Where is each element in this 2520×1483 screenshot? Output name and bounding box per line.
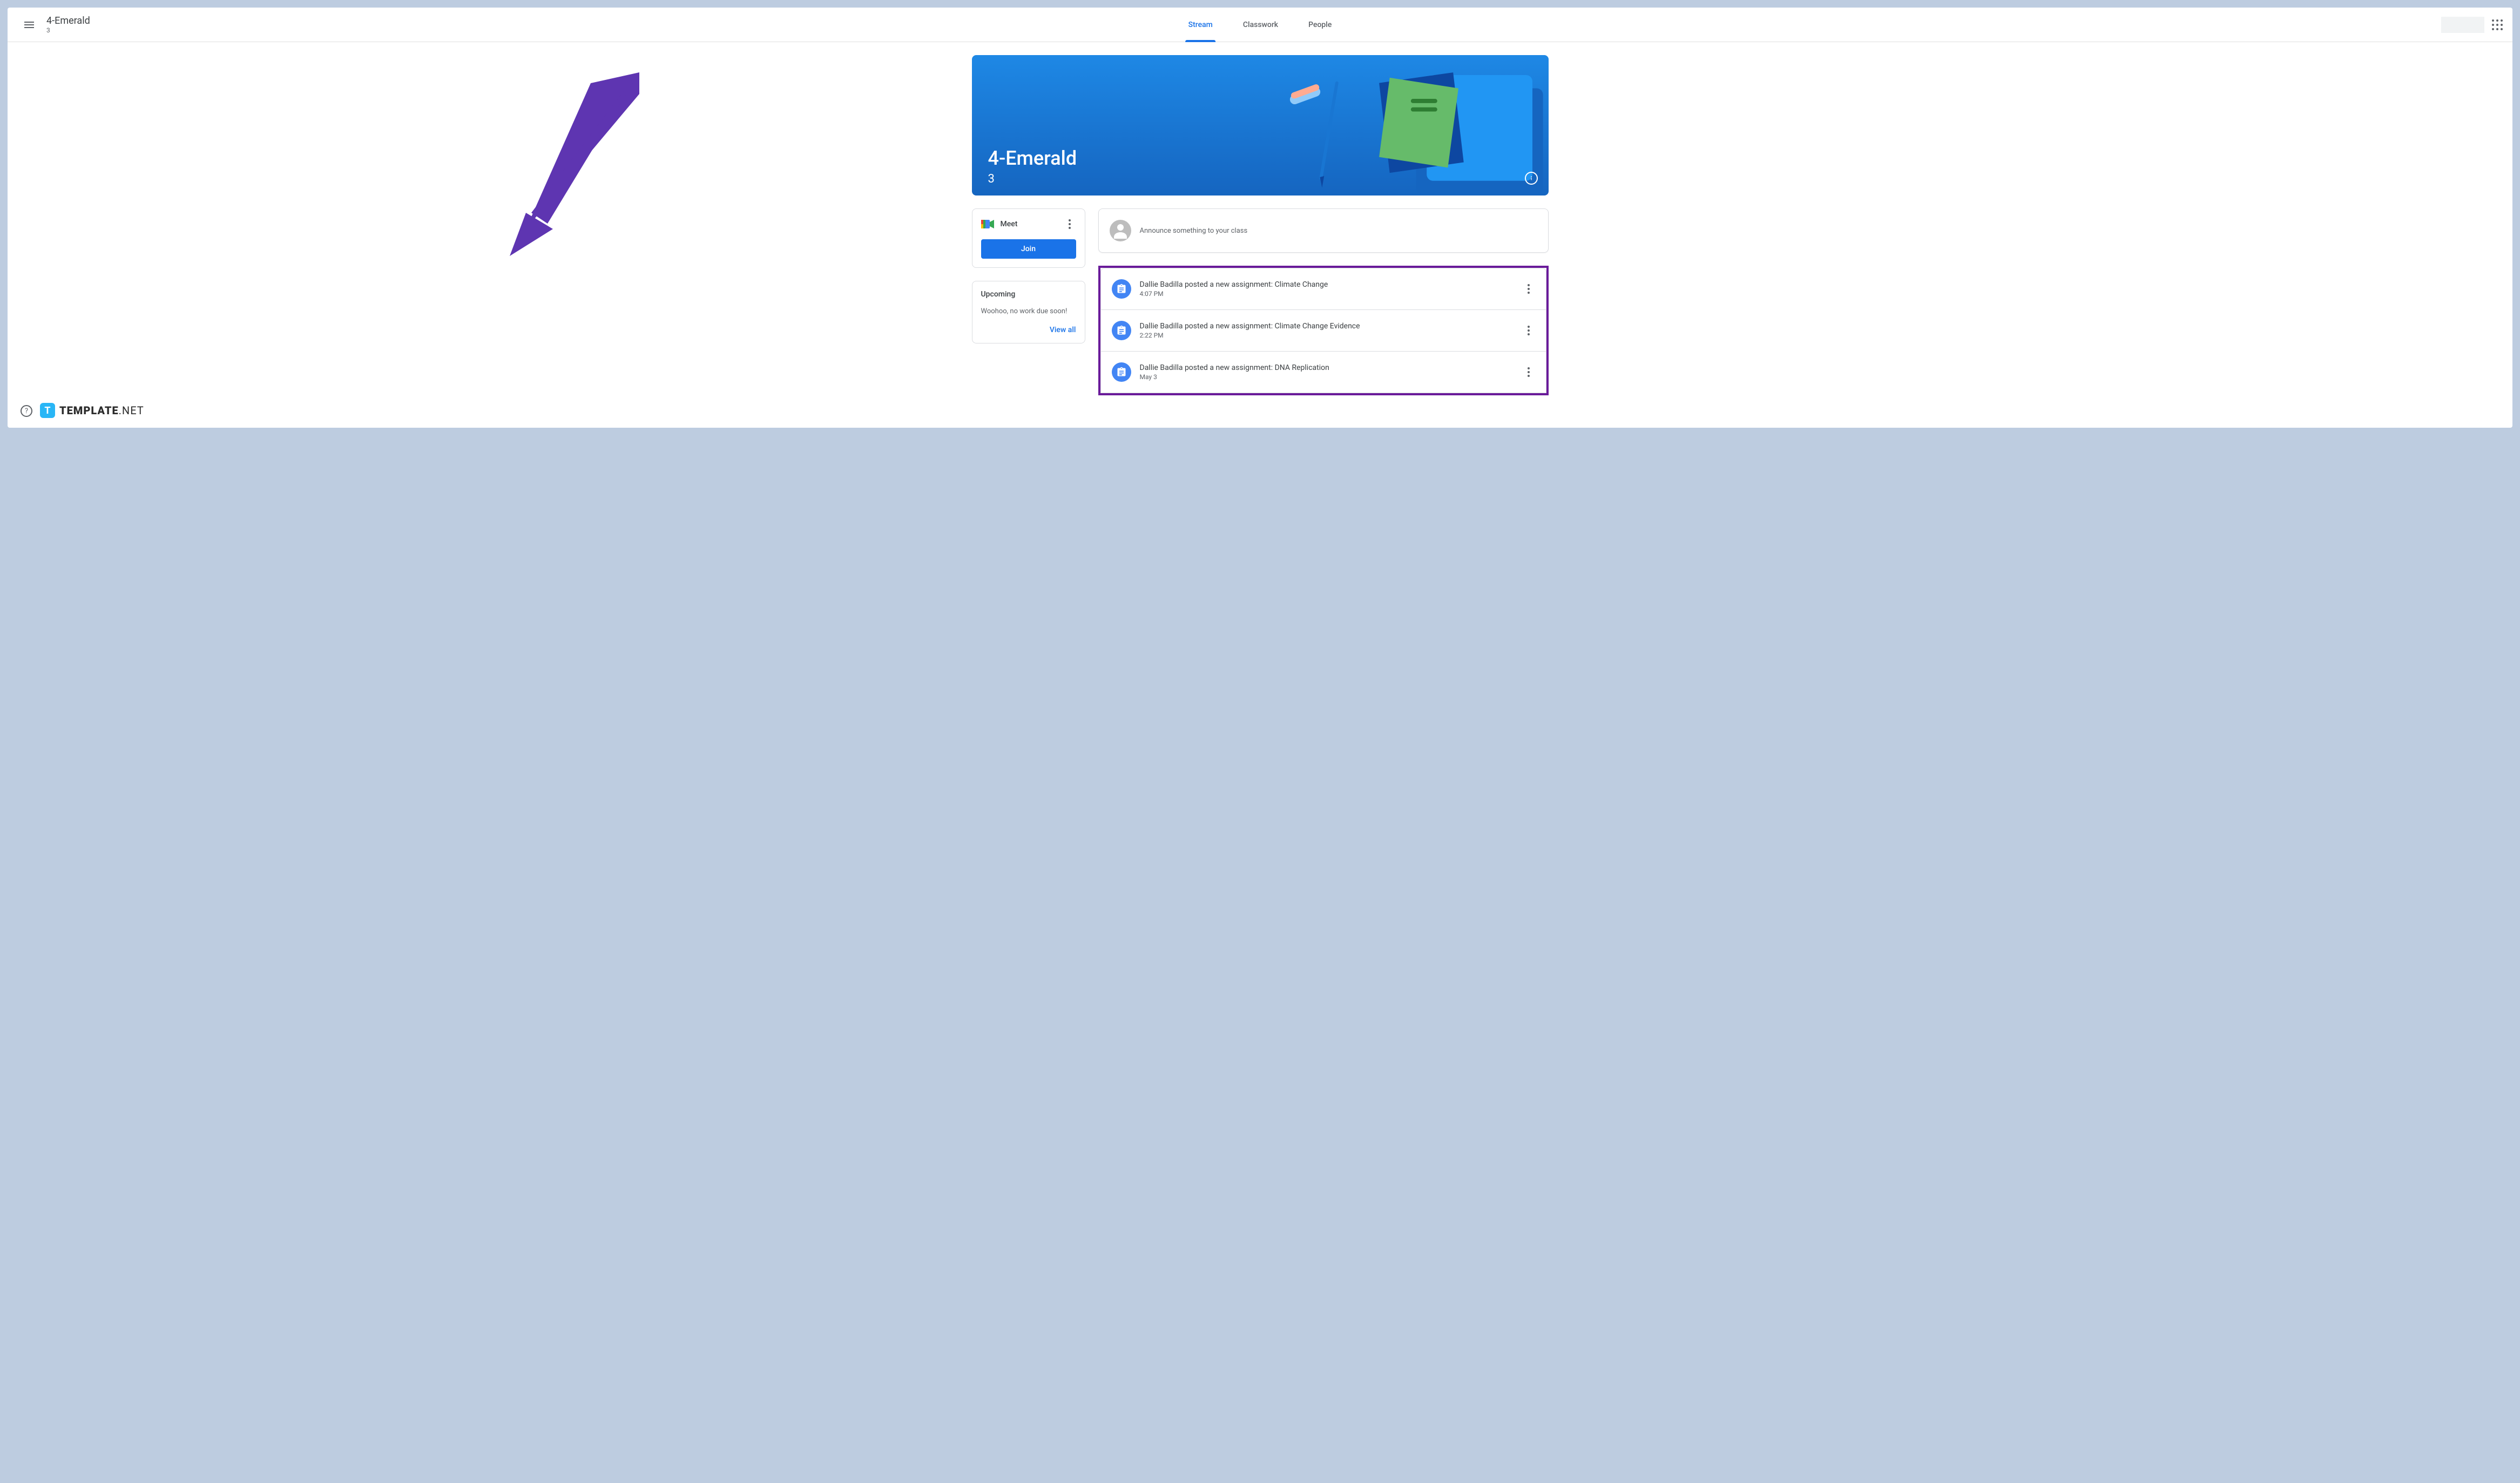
upcoming-text: Woohoo, no work due soon!	[981, 307, 1076, 315]
post-title: Dallie Badilla posted a new assignment: …	[1140, 363, 1514, 372]
brand-light: .NET	[119, 404, 144, 417]
post-body: Dallie Badilla posted a new assignment: …	[1140, 322, 1514, 339]
assignment-icon	[1116, 325, 1127, 336]
meet-card: Meet Join	[972, 208, 1085, 268]
tab-stream[interactable]: Stream	[1175, 8, 1226, 42]
post-time: 2:22 PM	[1140, 332, 1514, 339]
meet-icon	[981, 219, 994, 230]
view-all-link[interactable]: View all	[1050, 326, 1076, 334]
banner-title: 4-Emerald	[988, 147, 1077, 170]
stream-column: Announce something to your class Dallie …	[1098, 208, 1549, 395]
post-body: Dallie Badilla posted a new assignment: …	[1140, 363, 1514, 381]
info-icon	[1528, 174, 1535, 182]
assignment-icon	[1116, 367, 1127, 378]
main-content: 4-Emerald 3 Meet Join Upcoming Woo	[963, 42, 1557, 428]
post-item[interactable]: Dallie Badilla posted a new assignment: …	[1100, 268, 1546, 310]
brand-text: TEMPLATE.NET	[59, 404, 144, 417]
post-item[interactable]: Dallie Badilla posted a new assignment: …	[1100, 352, 1546, 393]
announce-box[interactable]: Announce something to your class	[1098, 208, 1549, 253]
app-window: 4-Emerald 3 Stream Classwork People	[8, 8, 2512, 428]
google-apps-icon[interactable]	[2491, 18, 2504, 31]
post-time: 4:07 PM	[1140, 290, 1514, 298]
post-title: Dallie Badilla posted a new assignment: …	[1140, 322, 1514, 331]
banner-info-button[interactable]	[1525, 172, 1538, 185]
post-time: May 3	[1140, 373, 1514, 381]
class-subtitle: 3	[46, 26, 90, 34]
post-more-icon[interactable]	[1522, 324, 1535, 337]
brand-icon: T	[40, 403, 55, 418]
left-sidebar: Meet Join Upcoming Woohoo, no work due s…	[972, 208, 1085, 395]
nav-tabs: Stream Classwork People	[1175, 8, 1345, 42]
post-title: Dallie Badilla posted a new assignment: …	[1140, 280, 1514, 289]
brand-bold: TEMPLATE	[59, 404, 119, 417]
redacted-user-area	[2441, 17, 2484, 33]
posts-highlighted: Dallie Badilla posted a new assignment: …	[1098, 266, 1549, 395]
hamburger-icon	[23, 18, 36, 31]
upcoming-card: Upcoming Woohoo, no work due soon! View …	[972, 281, 1085, 343]
announce-placeholder: Announce something to your class	[1140, 227, 1248, 235]
help-button[interactable]: ?	[21, 405, 32, 417]
banner-subtitle: 3	[988, 172, 995, 186]
class-banner: 4-Emerald 3	[972, 55, 1549, 196]
main-menu-button[interactable]	[16, 12, 42, 38]
template-brand: T TEMPLATE.NET	[40, 403, 144, 418]
tab-classwork[interactable]: Classwork	[1230, 8, 1291, 42]
post-more-icon[interactable]	[1522, 282, 1535, 295]
top-header: 4-Emerald 3 Stream Classwork People	[8, 8, 2512, 42]
header-right	[2441, 17, 2504, 33]
person-icon	[1111, 221, 1130, 240]
assignment-icon-wrap	[1112, 321, 1131, 340]
join-button[interactable]: Join	[981, 239, 1076, 259]
post-more-icon[interactable]	[1522, 366, 1535, 379]
user-avatar	[1110, 220, 1131, 241]
assignment-icon-wrap	[1112, 362, 1131, 382]
tab-people[interactable]: People	[1295, 8, 1345, 42]
meet-more-icon[interactable]	[1063, 218, 1076, 231]
assignment-icon-wrap	[1112, 279, 1131, 299]
class-title: 4-Emerald	[46, 15, 90, 26]
main-columns: Meet Join Upcoming Woohoo, no work due s…	[972, 208, 1549, 395]
post-body: Dallie Badilla posted a new assignment: …	[1140, 280, 1514, 298]
annotation-arrow	[494, 72, 656, 267]
banner-illustration	[1231, 55, 1548, 196]
meet-label: Meet	[1001, 220, 1057, 228]
view-all-wrap: View all	[981, 324, 1076, 334]
class-info[interactable]: 4-Emerald 3	[46, 15, 90, 34]
post-item[interactable]: Dallie Badilla posted a new assignment: …	[1100, 310, 1546, 352]
assignment-icon	[1116, 284, 1127, 294]
upcoming-title: Upcoming	[981, 290, 1076, 299]
meet-header: Meet	[981, 218, 1076, 231]
